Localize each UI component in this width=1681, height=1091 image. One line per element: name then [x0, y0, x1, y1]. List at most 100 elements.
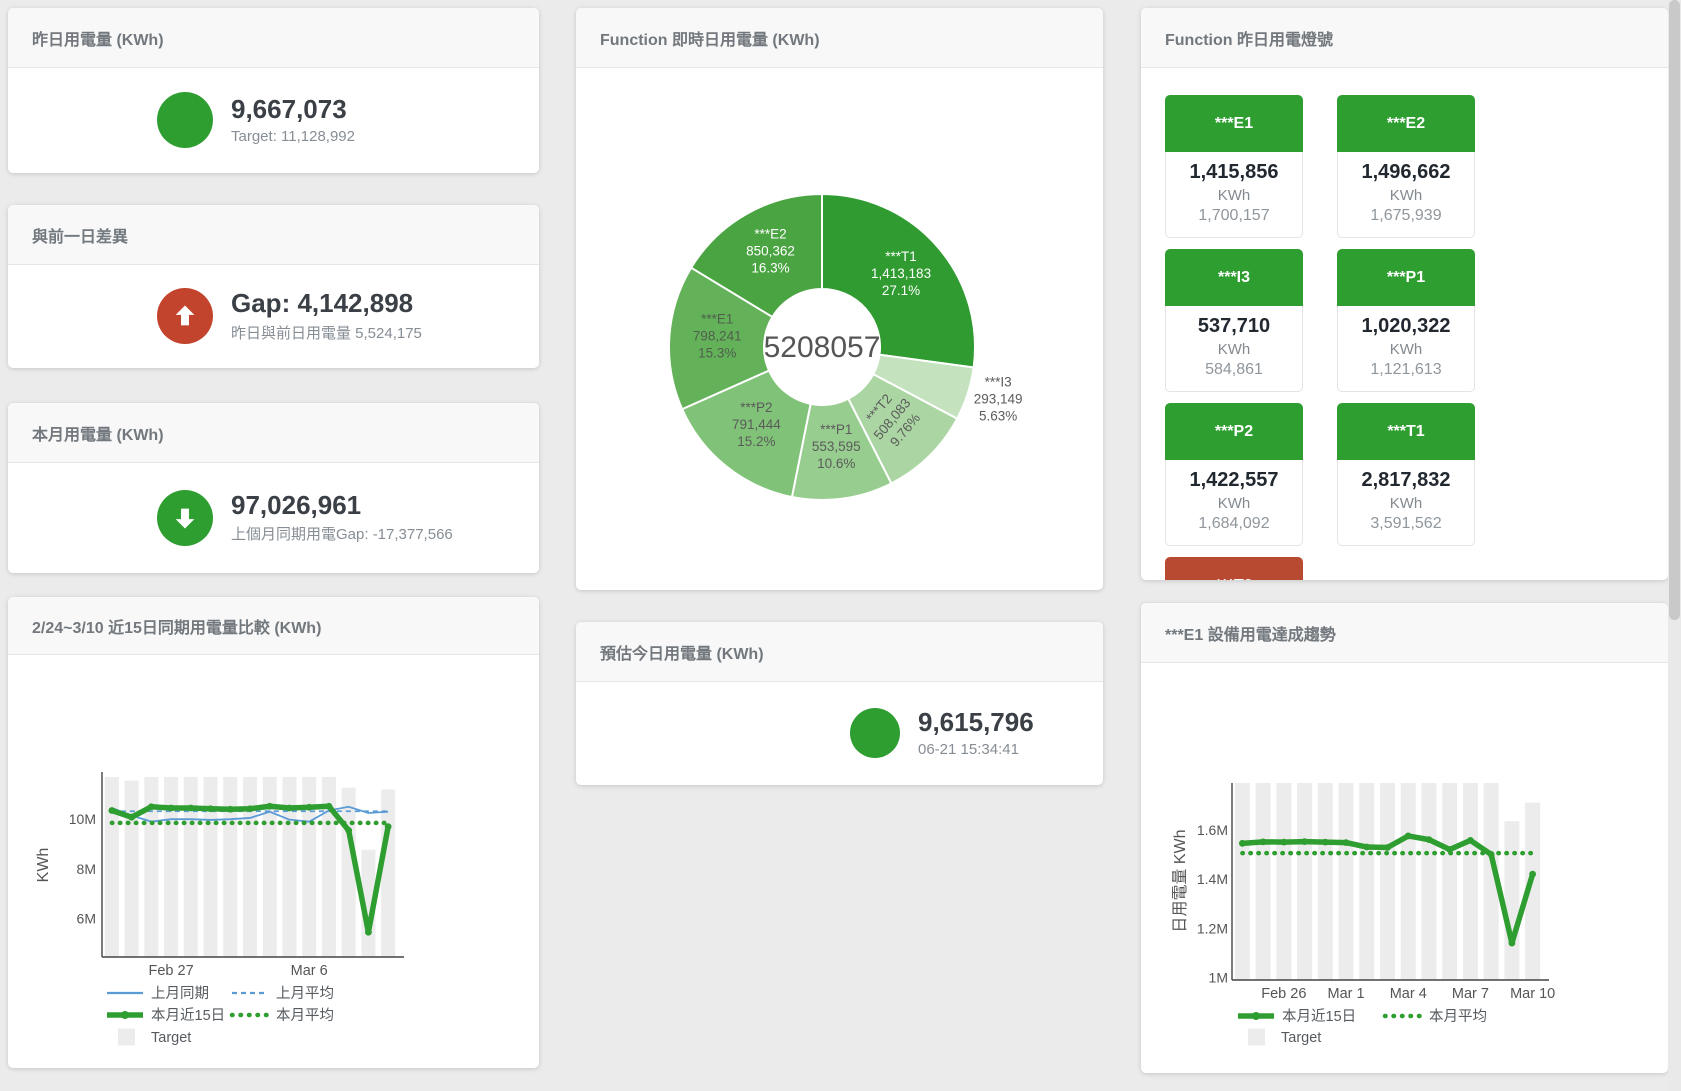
target-bar — [1297, 783, 1312, 980]
legend-marker-box[interactable] — [1248, 1029, 1265, 1046]
target-bar — [223, 777, 237, 957]
tile-value: 1,496,662 — [1340, 161, 1472, 184]
x-tick-label: Mar 10 — [1510, 986, 1555, 1002]
target-bar — [243, 777, 257, 957]
target-bar — [1276, 783, 1291, 980]
target-bar — [1318, 783, 1333, 980]
stat-value: 9,615,796 — [918, 708, 1034, 738]
donut-center-total: 5208057 — [764, 331, 881, 364]
card-e1-trend: ***E1 設備用電達成趨勢 1M1.2M1.4M1.6MFeb 26Mar 1… — [1141, 603, 1668, 1073]
tile-label: ***T2 — [1165, 557, 1303, 580]
y-tick-label: 1.4M — [1197, 871, 1228, 887]
x-tick-label: Feb 26 — [1261, 986, 1306, 1002]
tile-body: 2,817,832 KWh 3,591,562 — [1337, 460, 1475, 546]
legend-label[interactable]: 本月平均 — [1429, 1008, 1487, 1025]
tile-target: 1,675,939 — [1340, 207, 1472, 225]
tile-unit: KWh — [1340, 187, 1472, 204]
x-tick-label: Mar 1 — [1327, 986, 1364, 1002]
stat-subtitle: 上個月同期用電Gap: -17,377,566 — [231, 523, 453, 544]
donut-slice-label: ***I3293,1495.63% — [974, 375, 1023, 424]
tile-target: 1,684,092 — [1168, 515, 1300, 533]
legend-marker-box[interactable] — [118, 1029, 135, 1046]
status-tiles: ***E11,415,856KWh1,700,157***E21,496,662… — [1141, 68, 1668, 580]
target-bar — [125, 781, 139, 957]
status-tile: ***T1 2,817,832 KWh 3,591,562 — [1337, 403, 1475, 546]
legend-label[interactable]: 本月近15日 — [151, 1007, 225, 1024]
legend-label[interactable]: 上月平均 — [276, 985, 334, 1002]
tile-label: ***E1 — [1165, 95, 1303, 152]
status-tile: ***E11,415,856KWh1,700,157 — [1165, 95, 1303, 238]
status-tile: ***P21,422,557KWh1,684,092 — [1165, 403, 1303, 546]
donut-chart[interactable]: ***T11,413,18327.1%***I3293,1495.63%***T… — [576, 68, 1103, 590]
tile-unit: KWh — [1340, 495, 1472, 512]
y-axis-label: 日用電量 KWh — [1172, 829, 1189, 932]
target-bar — [1421, 783, 1436, 980]
tile-body: 1,415,856KWh1,700,157 — [1165, 152, 1303, 238]
tile-body: 1,496,662 KWh 1,675,939 — [1337, 152, 1475, 238]
stat-row: 9,615,796 06-21 15:34:41 — [576, 682, 1103, 784]
tile-unit: KWh — [1340, 341, 1472, 358]
tile-label: ***P2 — [1165, 403, 1303, 460]
target-bar — [1504, 821, 1519, 980]
stat-subtitle: 06-21 15:34:41 — [918, 741, 1034, 758]
x-tick-label: Mar 4 — [1390, 986, 1427, 1002]
scrollbar[interactable] — [1668, 0, 1681, 1091]
stat-row: 9,667,073 Target: 11,128,992 — [8, 68, 539, 172]
y-tick-label: 6M — [77, 911, 96, 927]
target-bar — [1339, 783, 1354, 980]
legend-label[interactable]: Target — [151, 1030, 191, 1046]
card-title: 預估今日用電量 (KWh) — [576, 622, 1103, 682]
y-tick-label: 1M — [1209, 970, 1228, 986]
target-bar — [1442, 783, 1457, 980]
card-compare-chart: 2/24~3/10 近15日同期用電量比較 (KWh) 6M8M10MFeb 2… — [8, 597, 539, 1068]
scrollbar-thumb[interactable] — [1669, 0, 1680, 620]
tile-value: 1,415,856 — [1168, 161, 1300, 184]
card-title: Function 昨日用電燈號 — [1141, 8, 1668, 68]
arrow-down-icon — [157, 490, 213, 546]
target-bar — [1380, 783, 1395, 980]
target-bar — [184, 777, 198, 957]
status-circle-icon — [157, 92, 213, 148]
card-estimate-today: 預估今日用電量 (KWh) 9,615,796 06-21 15:34:41 — [576, 622, 1103, 785]
target-bar — [1401, 783, 1416, 980]
legend-label[interactable]: 本月平均 — [276, 1007, 334, 1024]
target-bar — [1235, 783, 1250, 980]
card-realtime-donut: Function 即時日用電量 (KWh) ***T11,413,18327.1… — [576, 8, 1103, 590]
tile-unit: KWh — [1168, 495, 1300, 512]
card-title: 昨日用電量 (KWh) — [8, 8, 539, 68]
card-title: 本月用電量 (KWh) — [8, 403, 539, 463]
legend-label[interactable]: Target — [1281, 1030, 1321, 1046]
tile-body: 1,020,322KWh1,121,613 — [1337, 306, 1475, 392]
target-bar — [282, 777, 296, 957]
y-tick-label: 1.6M — [1197, 822, 1228, 838]
card-day-gap: 與前一日差異 Gap: 4,142,898 昨日與前日用電量 5,524,175 — [8, 205, 539, 368]
legend-label[interactable]: 上月同期 — [151, 985, 209, 1002]
target-bar — [204, 777, 218, 957]
tile-target: 3,591,562 — [1340, 515, 1472, 533]
stat-row: Gap: 4,142,898 昨日與前日用電量 5,524,175 — [8, 265, 539, 367]
y-tick-label: 10M — [69, 811, 96, 827]
tile-target: 1,700,157 — [1168, 207, 1300, 225]
tile-target: 584,861 — [1168, 361, 1300, 379]
tile-value: 537,710 — [1168, 315, 1300, 338]
status-tile: ***T2955,212KWh762,358 — [1165, 557, 1303, 580]
card-title: 與前一日差異 — [8, 205, 539, 265]
dashboard: 昨日用電量 (KWh) 9,667,073 Target: 11,128,992… — [0, 0, 1681, 1091]
card-month-usage: 本月用電量 (KWh) 97,026,961 上個月同期用電Gap: -17,3… — [8, 403, 539, 573]
tile-body: 1,422,557KWh1,684,092 — [1165, 460, 1303, 546]
x-tick-label: Mar 6 — [291, 963, 328, 979]
tile-value: 2,817,832 — [1340, 469, 1472, 492]
target-bar — [1463, 783, 1478, 980]
x-tick-label: Mar 7 — [1452, 986, 1489, 1002]
stat-subtitle: Target: 11,128,992 — [231, 128, 355, 145]
tile-label: ***T1 — [1337, 403, 1475, 460]
legend-label[interactable]: 本月近15日 — [1282, 1008, 1356, 1025]
arrow-up-icon — [157, 288, 213, 344]
trend-chart[interactable]: 1M1.2M1.4M1.6MFeb 26Mar 1Mar 4Mar 7Mar 1… — [1141, 663, 1668, 1073]
tile-body: 537,710KWh584,861 — [1165, 306, 1303, 392]
x-tick-label: Feb 27 — [148, 963, 193, 979]
y-tick-label: 8M — [77, 861, 96, 877]
compare-chart[interactable]: 6M8M10MFeb 27Mar 6KWh上月同期上月平均本月近15日本月平均T… — [8, 655, 539, 1068]
target-bar — [342, 788, 356, 957]
card-status-lights: Function 昨日用電燈號 ***E11,415,856KWh1,700,1… — [1141, 8, 1668, 580]
